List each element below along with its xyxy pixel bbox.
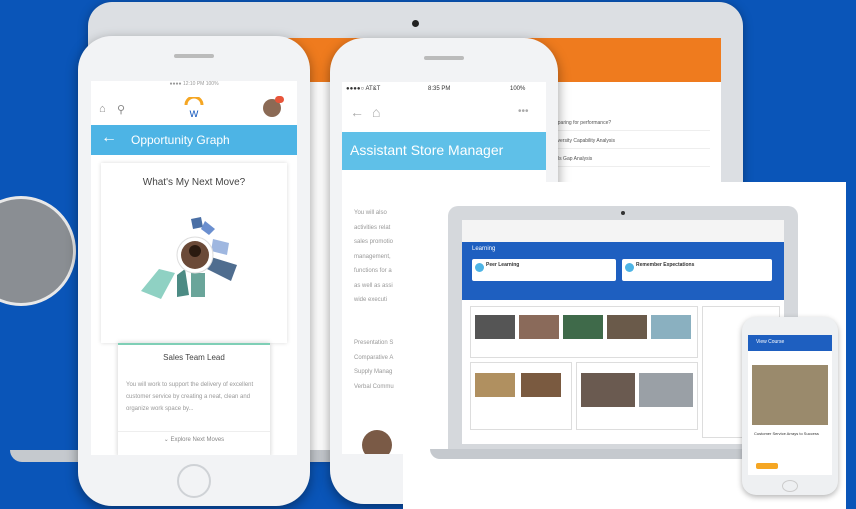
text-line: activities relat (354, 224, 391, 231)
text-line: wide executi (354, 297, 388, 303)
learning-header: Learning Peer Learning Remember Expectat… (462, 242, 784, 300)
status-bar: ●●●● 12:10 PM 100% (169, 81, 219, 87)
learning-icon (475, 263, 484, 272)
text-line: functions for a (354, 268, 392, 274)
skills-list: Presentation S Comparative A Supply Mana… (354, 336, 404, 394)
card-label: Remember Expectations (636, 262, 695, 268)
header-bar: ← Opportunity Graph (91, 125, 297, 155)
course-thumbnail[interactable] (521, 373, 561, 397)
phone-screen: View Course Customer Service Arrays to S… (748, 335, 832, 475)
phone-screen: ●●●● 12:10 PM 100% ⌂ ⚲ w ← Opportunity G… (91, 81, 297, 455)
phone-opportunity-graph: ●●●● 12:10 PM 100% ⌂ ⚲ w ← Opportunity G… (78, 36, 310, 506)
list-item[interactable]: University Capability Analysis (550, 138, 710, 149)
course-thumbnail[interactable] (563, 315, 603, 339)
job-title: Assistant Store Manager (350, 142, 504, 158)
card-label: Peer Learning (486, 262, 520, 268)
list-item[interactable]: Preparing for performance? (550, 120, 710, 131)
explore-next-moves-button[interactable]: ⌄ Explore Next Moves (118, 431, 270, 443)
page-title: View Course (756, 339, 785, 345)
job-description: You will also activities relat sales pro… (354, 206, 404, 308)
header-bar: View Course (748, 335, 832, 351)
status-bar: ●●●●○ AT&T 8:35 PM 100% (346, 86, 542, 92)
job-suggestion-card[interactable]: Sales Team Lead You will work to support… (118, 343, 270, 455)
learning-title: Learning (472, 246, 496, 252)
learning-icon (625, 263, 634, 272)
clock-text: 8:35 PM (428, 86, 451, 92)
course-thumbnail[interactable] (475, 373, 515, 397)
text-line: Verbal Commu (354, 383, 394, 390)
job-title: Sales Team Lead (163, 353, 225, 362)
course-row-panel (470, 362, 572, 430)
course-thumbnail[interactable] (639, 373, 693, 407)
phone-speaker (174, 54, 214, 58)
course-title: Customer Service Arrays to Success (754, 431, 819, 436)
learning-laptop-screen: Learning Peer Learning Remember Expectat… (462, 220, 784, 444)
home-icon[interactable]: ⌂ (99, 103, 106, 115)
app-top-bar: ⌂ ⚲ w (91, 91, 297, 125)
carrier-text: ●●●●○ AT&T (346, 86, 381, 92)
course-image (752, 365, 828, 425)
course-thumbnail[interactable] (581, 373, 635, 407)
card-question: What's My Next Move? (142, 177, 246, 188)
course-row-panel (470, 306, 698, 358)
course-thumbnail[interactable] (651, 315, 691, 339)
course-thumbnail[interactable] (607, 315, 647, 339)
laptop-camera (621, 211, 625, 215)
enroll-button[interactable] (756, 463, 778, 469)
opportunity-graph-chart (141, 217, 237, 299)
text-line: You will also (354, 210, 387, 216)
app-top-bar (462, 220, 784, 242)
course-thumbnail[interactable] (519, 315, 559, 339)
job-description: You will work to support the delivery of… (126, 382, 254, 412)
phone-view-course: View Course Customer Service Arrays to S… (742, 317, 838, 495)
course-thumbnail[interactable] (475, 315, 515, 339)
next-move-card: What's My Next Move? (101, 163, 287, 343)
phone-speaker (424, 56, 464, 60)
job-title-bar: Assistant Store Manager (342, 132, 546, 170)
back-arrow-icon[interactable]: ← (101, 129, 117, 147)
list-item[interactable]: Skills Gap Analysis (550, 156, 710, 167)
course-row-panel (576, 362, 698, 430)
page-title: Opportunity Graph (131, 133, 230, 147)
explore-label: Explore Next Moves (170, 437, 225, 443)
notification-badge (275, 96, 284, 103)
text-line: sales promotio (354, 239, 394, 245)
text-line: Presentation S (354, 340, 394, 346)
search-icon[interactable]: ⚲ (117, 103, 125, 116)
workday-logo-icon: w (184, 97, 204, 119)
laptop-camera (412, 20, 419, 27)
expectations-card[interactable]: Remember Expectations (622, 259, 772, 281)
more-options-icon[interactable]: ••• (518, 106, 529, 117)
peer-learning-card[interactable]: Peer Learning (472, 259, 616, 281)
home-icon[interactable]: ⌂ (372, 104, 380, 120)
text-line: Supply Manag (354, 369, 393, 375)
home-button[interactable] (177, 464, 211, 498)
back-arrow-icon[interactable]: ← (350, 104, 364, 120)
avatar[interactable] (362, 430, 392, 454)
battery-text: 100% (510, 86, 526, 92)
carousel-nav-circle[interactable] (0, 196, 76, 306)
text-line: as well as assi (354, 282, 393, 289)
home-button[interactable] (782, 480, 798, 492)
svg-text:w: w (189, 106, 199, 119)
text-line: management, (354, 253, 391, 260)
text-line: Comparative A (354, 354, 394, 361)
